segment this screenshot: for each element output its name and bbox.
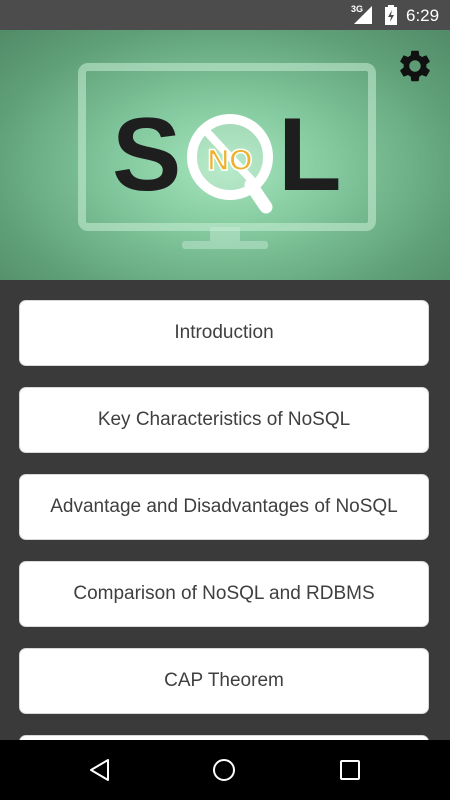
nosql-logo: S L NO — [78, 63, 376, 249]
home-icon[interactable] — [212, 758, 236, 782]
header-banner: S L NO — [0, 30, 450, 280]
menu-item-label: Introduction — [174, 322, 274, 343]
menu-item-label: Advantage and Disadvantages of NoSQL — [50, 496, 398, 517]
topic-menu-list[interactable]: Introduction Key Characteristics of NoSQ… — [0, 280, 450, 740]
menu-item-introduction[interactable]: Introduction — [19, 300, 429, 366]
menu-item-label: Comparison of NoSQL and RDBMS — [73, 583, 375, 604]
logo-badge-no: NO — [208, 144, 253, 177]
recents-icon[interactable] — [338, 758, 362, 782]
signal-icon — [354, 6, 372, 24]
menu-item-cap-theorem[interactable]: CAP Theorem — [19, 648, 429, 714]
navigation-bar — [0, 740, 450, 800]
logo-letter-s: S — [112, 97, 181, 213]
status-bar: 3G 6:29 — [0, 0, 450, 30]
menu-item-advantages[interactable]: Advantage and Disadvantages of NoSQL — [19, 474, 429, 540]
logo-letter-l: L — [278, 97, 342, 213]
battery-icon — [385, 5, 397, 25]
menu-item-label: CAP Theorem — [164, 670, 284, 691]
menu-item-key-characteristics[interactable]: Key Characteristics of NoSQL — [19, 387, 429, 453]
menu-item-label: Key Characteristics of NoSQL — [97, 409, 351, 430]
menu-item-comparison[interactable]: Comparison of NoSQL and RDBMS — [19, 561, 429, 627]
settings-gear-icon[interactable] — [396, 47, 434, 85]
clock: 6:29 — [406, 6, 440, 25]
back-icon[interactable] — [88, 758, 112, 782]
